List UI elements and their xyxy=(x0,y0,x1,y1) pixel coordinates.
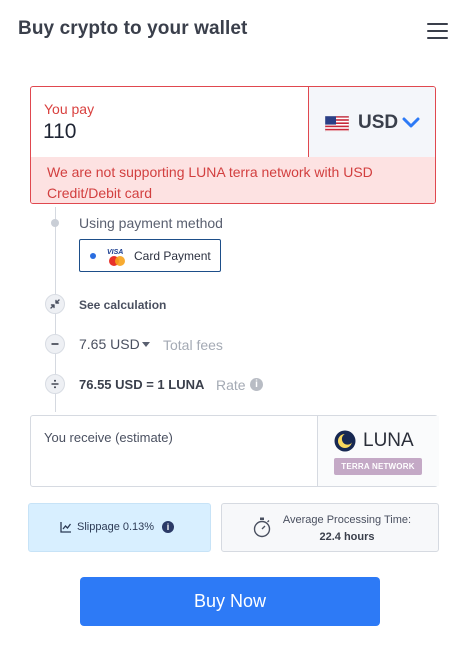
see-calculation-toggle[interactable]: See calculation xyxy=(79,298,166,312)
slippage-box: Slippage 0.13% i xyxy=(28,503,211,552)
collapse-arrows-icon[interactable] xyxy=(45,294,65,314)
error-message: We are not supporting LUNA terra network… xyxy=(31,157,435,203)
slippage-label: Slippage 0.13% xyxy=(77,521,155,533)
card-payment-option[interactable]: VISA Card Payment xyxy=(79,239,221,272)
total-fees-label: Total fees xyxy=(163,337,223,353)
divide-icon xyxy=(45,374,65,394)
total-fees-value[interactable]: 7.65 USD xyxy=(79,336,140,352)
pay-amount-area: You pay xyxy=(31,87,308,157)
minus-icon xyxy=(45,334,65,354)
receive-amount-field xyxy=(43,452,303,473)
slippage-info-icon[interactable]: i xyxy=(162,521,174,533)
stopwatch-icon xyxy=(253,517,271,538)
processing-time-value: 22.4 hours xyxy=(319,531,375,543)
visa-mastercard-icon: VISA xyxy=(107,249,125,266)
pay-panel: You pay USD We are not supporting LUNA t… xyxy=(30,86,436,204)
network-badge: TERRA NETWORK xyxy=(334,458,422,475)
caret-down-icon[interactable] xyxy=(142,342,150,347)
payment-method-label: Using payment method xyxy=(79,215,223,231)
receive-label: You receive (estimate) xyxy=(44,430,173,445)
visa-wordmark: VISA xyxy=(107,249,123,256)
token-selector[interactable]: LUNA TERRA NETWORK xyxy=(317,416,439,486)
us-flag-icon xyxy=(325,116,349,132)
rate-label: Rate xyxy=(216,377,246,393)
luna-logo-icon xyxy=(334,430,356,452)
chart-trend-icon xyxy=(60,522,72,533)
pay-label: You pay xyxy=(44,101,95,117)
buy-now-button[interactable]: Buy Now xyxy=(80,577,380,626)
timeline-dot xyxy=(51,219,59,227)
radio-selected-icon xyxy=(90,253,96,259)
page-title: Buy crypto to your wallet xyxy=(18,18,248,39)
processing-time-box: Average Processing Time: 22.4 hours xyxy=(221,503,439,552)
receive-panel: You receive (estimate) LUNA TERRA NETWOR… xyxy=(30,415,439,487)
processing-time-label: Average Processing Time: xyxy=(282,514,412,526)
rate-info-icon[interactable]: i xyxy=(250,378,263,391)
card-payment-label: Card Payment xyxy=(134,249,211,263)
currency-label: USD xyxy=(358,112,399,133)
currency-selector[interactable]: USD xyxy=(308,87,435,157)
token-name: LUNA xyxy=(363,430,414,451)
rate-value: 76.55 USD = 1 LUNA xyxy=(79,377,205,392)
hamburger-menu-icon[interactable] xyxy=(427,23,448,39)
pay-amount-input[interactable] xyxy=(43,120,283,144)
chevron-down-icon xyxy=(402,117,420,128)
